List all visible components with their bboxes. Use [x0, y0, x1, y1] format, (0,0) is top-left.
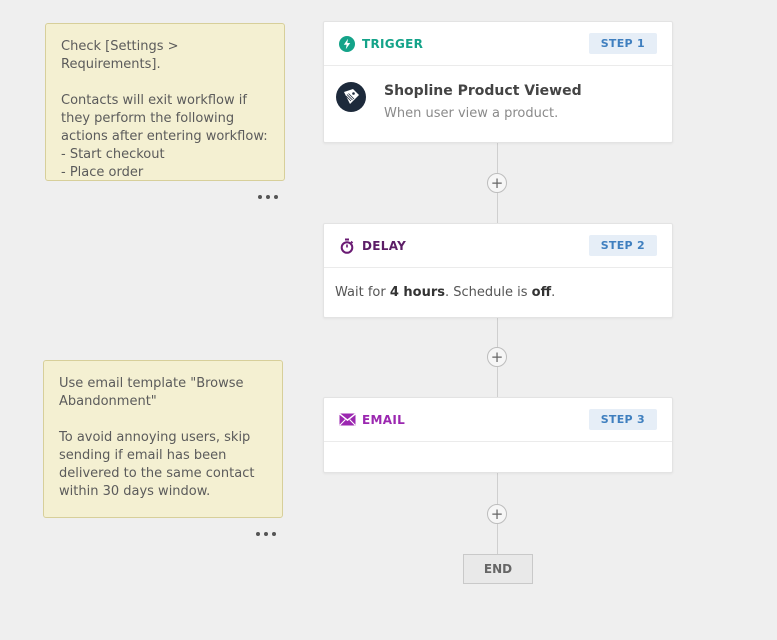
email-card-header: EMAIL STEP 3	[324, 398, 672, 442]
delay-text: Wait for 4 hours. Schedule is off.	[335, 285, 555, 300]
trigger-event-name: Shopline Product Viewed	[384, 83, 582, 99]
delay-card[interactable]: DELAY STEP 2 Wait for 4 hours. Schedule …	[323, 223, 673, 318]
add-step-button-2[interactable]: +	[487, 347, 507, 367]
workflow-note-2[interactable]: Use email template "Browse Abandonment" …	[43, 360, 283, 518]
workflow-note-1[interactable]: Check [Settings > Requirements]. Contact…	[45, 23, 285, 181]
note-1-more-icon[interactable]	[258, 192, 278, 202]
email-title: EMAIL	[362, 412, 406, 427]
delay-schedule-status: off	[531, 285, 552, 300]
delay-card-body: Wait for 4 hours. Schedule is off.	[324, 268, 672, 317]
trigger-card-body: Shopline Product Viewed When user view a…	[324, 66, 672, 142]
delay-card-header: DELAY STEP 2	[324, 224, 672, 268]
trigger-card-header: TRIGGER STEP 1	[324, 22, 672, 66]
email-card[interactable]: EMAIL STEP 3	[323, 397, 673, 473]
note-2-more-icon[interactable]	[256, 529, 276, 539]
delay-duration: 4 hours	[389, 285, 446, 300]
workflow-canvas: Check [Settings > Requirements]. Contact…	[0, 0, 777, 640]
delay-title: DELAY	[362, 238, 407, 253]
delay-middle: . Schedule is	[445, 285, 532, 300]
workflow-end: END	[463, 554, 533, 584]
trigger-event: Shopline Product Viewed When user view a…	[384, 82, 582, 121]
step-badge: STEP 2	[588, 235, 657, 256]
trigger-card[interactable]: TRIGGER STEP 1 Shopline Product Viewed W…	[323, 21, 673, 143]
trigger-event-description: When user view a product.	[384, 106, 559, 121]
shopline-logo-icon	[336, 82, 366, 112]
email-card-body	[324, 442, 672, 472]
add-step-button-1[interactable]: +	[487, 173, 507, 193]
add-step-button-3[interactable]: +	[487, 504, 507, 524]
delay-prefix: Wait for	[335, 285, 390, 300]
step-badge: STEP 3	[588, 409, 657, 430]
lightning-icon	[338, 35, 356, 53]
envelope-icon	[338, 411, 356, 429]
trigger-title: TRIGGER	[362, 36, 424, 51]
step-badge: STEP 1	[588, 33, 657, 54]
stopwatch-icon	[338, 237, 356, 255]
delay-suffix: .	[551, 285, 556, 300]
